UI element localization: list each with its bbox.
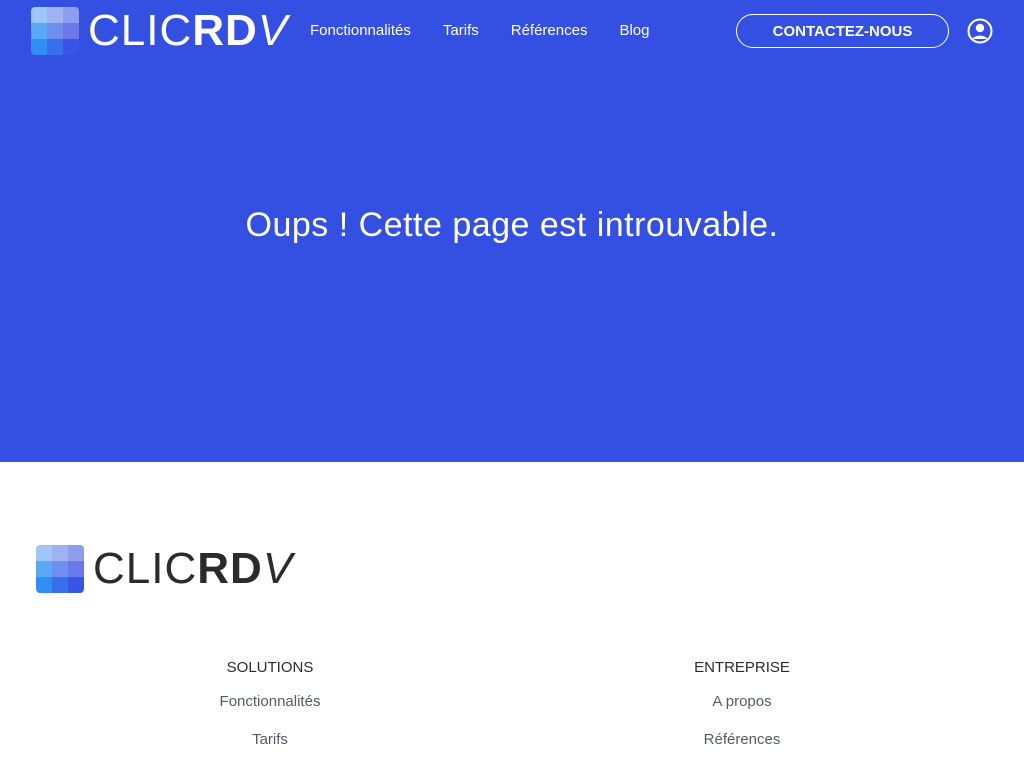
logo-wordmark: CLIC RD V <box>88 9 288 53</box>
logo-mark-tile <box>36 577 52 593</box>
logo-mark-tile <box>31 39 47 55</box>
logo-text-bold: RD <box>197 544 263 593</box>
logo-mark-tile <box>31 7 47 23</box>
contact-button[interactable]: CONTACTEZ-NOUS <box>736 14 949 48</box>
logo-mark-tile <box>36 545 52 561</box>
logo-mark-tile <box>52 545 68 561</box>
logo-text-light: CLIC <box>93 544 198 593</box>
logo-mark-tile <box>47 23 63 39</box>
footer-link-tarifs[interactable]: Tarifs <box>140 730 400 750</box>
logo-mark-tile <box>52 561 68 577</box>
logo-mark-tile <box>63 7 79 23</box>
logo-mark-tile <box>68 561 84 577</box>
header-logo[interactable]: CLIC RD V <box>31 7 288 55</box>
nav-link-tarifs[interactable]: Tarifs <box>443 21 479 41</box>
footer-link-references[interactable]: Références <box>612 730 872 750</box>
footer-column-title: SOLUTIONS <box>226 659 314 676</box>
logo-text-check: V <box>262 544 294 593</box>
main-nav: Fonctionnalités Tarifs Références Blog <box>310 21 682 41</box>
logo-mark-tile <box>47 39 63 55</box>
footer-column-solutions: SOLUTIONS Fonctionnalités Tarifs <box>140 658 400 768</box>
logo-mark-tile <box>36 561 52 577</box>
logo-mark-tile <box>52 577 68 593</box>
logo-mark-tile <box>63 23 79 39</box>
footer-column-entreprise: ENTREPRISE A propos Références <box>612 658 872 768</box>
logo-mark-tile <box>63 39 79 55</box>
logo-mark-tile <box>68 577 84 593</box>
logo-mark-tile <box>68 545 84 561</box>
nav-link-fonctionnalites[interactable]: Fonctionnalités <box>310 21 411 41</box>
user-icon[interactable] <box>967 18 993 44</box>
footer-logo[interactable]: CLIC RD V <box>36 545 293 593</box>
logo-mark-icon <box>36 545 84 593</box>
footer-link-fonctionnalites[interactable]: Fonctionnalités <box>140 692 400 712</box>
logo-text-bold: RD <box>192 6 258 55</box>
nav-link-references[interactable]: Références <box>511 21 588 41</box>
footer-link-a-propos[interactable]: A propos <box>612 692 872 712</box>
logo-text-check: V <box>257 6 289 55</box>
logo-mark-tile <box>47 7 63 23</box>
logo-wordmark: CLIC RD V <box>93 547 293 591</box>
logo-mark-tile <box>31 23 47 39</box>
error-message: Oups ! Cette page est introuvable. <box>245 206 779 244</box>
logo-text-light: CLIC <box>88 6 193 55</box>
logo-mark-icon <box>31 7 79 55</box>
footer-column-title: ENTREPRISE <box>694 659 790 676</box>
nav-link-blog[interactable]: Blog <box>619 21 649 41</box>
